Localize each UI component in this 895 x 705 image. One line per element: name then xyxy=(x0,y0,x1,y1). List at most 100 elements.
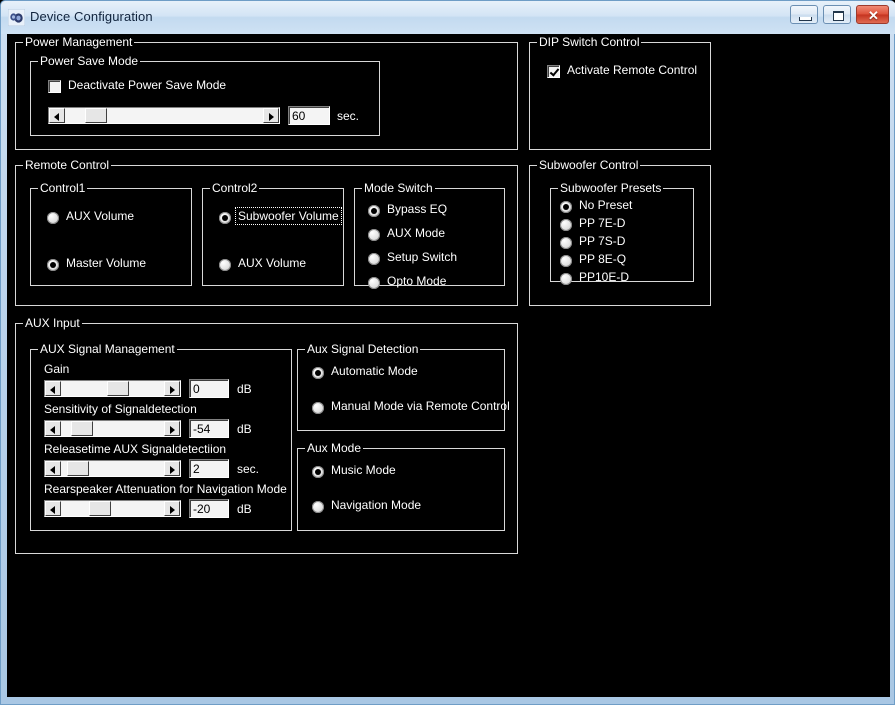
group-control2-label: Control2 xyxy=(210,181,260,195)
group-control2: Control2 Subwoofer Volume AUX Volume xyxy=(202,181,344,286)
group-subwoofer-control-label: Subwoofer Control xyxy=(537,158,641,172)
unit-releasetime: sec. xyxy=(237,462,260,476)
radio-preset-pp10ed-label: PP10E-D xyxy=(579,270,630,284)
radio-preset-pp7sd-label: PP 7S-D xyxy=(579,234,626,248)
radio-selected-icon xyxy=(560,201,572,213)
label-releasetime: Releasetime AUX Signaldetectiion xyxy=(44,442,227,456)
radio-control2-aux-volume-label: AUX Volume xyxy=(238,256,307,270)
input-power-save-timeout[interactable]: 60 xyxy=(288,106,330,125)
radio-control2-subwoofer-volume-label: Subwoofer Volume xyxy=(235,207,342,225)
radio-circle-icon xyxy=(368,277,380,289)
minimize-button[interactable] xyxy=(790,5,818,24)
slider-left-arrow-icon[interactable] xyxy=(45,381,61,396)
radio-control1-aux-volume-label: AUX Volume xyxy=(66,209,135,223)
group-aux-signal-management-label: AUX Signal Management xyxy=(38,342,177,356)
application-window: Device Configuration ✕ Power Management … xyxy=(0,0,895,705)
radio-preset-pp8eq-label: PP 8E-Q xyxy=(579,252,627,266)
group-aux-input: AUX Input AUX Signal Management Gain 0 d… xyxy=(15,316,518,554)
speaker-icon xyxy=(8,9,25,26)
label-gain: Gain xyxy=(44,362,70,376)
group-aux-mode-label: Aux Mode xyxy=(305,441,364,455)
group-dip-switch-control: DIP Switch Control Activate Remote Contr… xyxy=(529,35,711,150)
radio-mode-switch-aux-mode-label: AUX Mode xyxy=(387,226,446,240)
slider-releasetime[interactable] xyxy=(44,460,181,477)
slider-thumb[interactable] xyxy=(107,381,129,396)
slider-left-arrow-icon[interactable] xyxy=(45,501,61,516)
radio-mode-switch-opto-mode-label: Opto Mode xyxy=(387,274,447,288)
slider-thumb[interactable] xyxy=(85,108,107,123)
maximize-button[interactable] xyxy=(823,5,851,24)
radio-music-mode-label: Music Mode xyxy=(331,463,396,477)
group-mode-switch: Mode Switch Bypass EQ AUX Mode Setup Swi… xyxy=(354,181,505,289)
group-subwoofer-control: Subwoofer Control Subwoofer Presets No P… xyxy=(529,158,711,306)
slider-right-arrow-icon[interactable] xyxy=(164,421,180,436)
radio-preset-pp7ed-label: PP 7E-D xyxy=(579,216,626,230)
radio-circle-icon xyxy=(560,255,572,267)
input-sensitivity[interactable]: -54 xyxy=(189,419,229,438)
group-aux-signal-detection-label: Aux Signal Detection xyxy=(305,342,421,356)
slider-right-arrow-icon[interactable] xyxy=(164,461,180,476)
group-remote-control: Remote Control Control1 AUX Volume Maste… xyxy=(15,158,518,306)
radio-mode-switch-bypass-eq-label: Bypass EQ xyxy=(387,202,448,216)
radio-control1-master-volume-label: Master Volume xyxy=(66,256,147,270)
group-power-management: Power Management Power Save Mode Deactiv… xyxy=(15,35,518,150)
minimize-icon xyxy=(799,17,812,21)
slider-left-arrow-icon[interactable] xyxy=(49,108,65,123)
group-power-save-mode: Power Save Mode Deactivate Power Save Mo… xyxy=(30,54,380,136)
group-aux-signal-management: AUX Signal Management Gain 0 dB Sensitiv… xyxy=(30,342,292,531)
group-remote-control-label: Remote Control xyxy=(23,158,112,172)
slider-gain[interactable] xyxy=(44,380,181,397)
radio-selected-icon xyxy=(312,466,324,478)
unit-power-save-timeout: sec. xyxy=(337,109,360,123)
radio-circle-icon xyxy=(560,273,572,285)
group-control1: Control1 AUX Volume Master Volume xyxy=(30,181,192,286)
group-power-management-label: Power Management xyxy=(23,35,135,49)
radio-circle-icon xyxy=(368,253,380,265)
radio-circle-icon xyxy=(312,501,324,513)
group-aux-mode: Aux Mode Music Mode Navigation Mode xyxy=(297,441,505,531)
radio-selected-icon xyxy=(368,205,380,217)
input-rearspeaker[interactable]: -20 xyxy=(189,499,229,518)
radio-selected-icon xyxy=(312,367,324,379)
checkbox-deactivate-power-save-mode-label: Deactivate Power Save Mode xyxy=(68,78,227,92)
slider-thumb[interactable] xyxy=(89,501,111,516)
slider-sensitivity[interactable] xyxy=(44,420,181,437)
radio-manual-mode-label: Manual Mode via Remote Control xyxy=(331,399,510,413)
slider-power-save-timeout[interactable] xyxy=(48,107,280,124)
radio-circle-icon xyxy=(219,259,231,271)
slider-right-arrow-icon[interactable] xyxy=(164,381,180,396)
input-releasetime[interactable]: 2 xyxy=(189,459,229,478)
unit-gain: dB xyxy=(237,382,252,396)
client-area: Power Management Power Save Mode Deactiv… xyxy=(7,34,890,697)
checkbox-activate-remote-control-label: Activate Remote Control xyxy=(567,63,698,77)
label-sensitivity: Sensitivity of Signaldetection xyxy=(44,402,197,416)
radio-preset-no-preset-label: No Preset xyxy=(579,198,633,212)
slider-left-arrow-icon[interactable] xyxy=(45,421,61,436)
slider-right-arrow-icon[interactable] xyxy=(263,108,279,123)
close-icon: ✕ xyxy=(868,8,879,23)
group-aux-signal-detection: Aux Signal Detection Automatic Mode Manu… xyxy=(297,342,510,431)
radio-circle-icon xyxy=(560,219,572,231)
slider-thumb[interactable] xyxy=(71,421,93,436)
radio-circle-icon xyxy=(368,229,380,241)
slider-left-arrow-icon[interactable] xyxy=(45,461,61,476)
group-power-save-mode-label: Power Save Mode xyxy=(38,54,141,68)
title-bar[interactable]: Device Configuration ✕ xyxy=(1,1,895,34)
radio-mode-switch-setup-switch-label: Setup Switch xyxy=(387,250,458,264)
group-dip-switch-control-label: DIP Switch Control xyxy=(537,35,642,49)
unit-rearspeaker: dB xyxy=(237,502,252,516)
slider-rearspeaker[interactable] xyxy=(44,500,181,517)
unit-sensitivity: dB xyxy=(237,422,252,436)
radio-selected-icon xyxy=(219,212,231,224)
radio-navigation-mode-label: Navigation Mode xyxy=(331,498,422,512)
radio-circle-icon xyxy=(560,237,572,249)
input-gain[interactable]: 0 xyxy=(189,379,229,398)
close-button[interactable]: ✕ xyxy=(856,5,889,24)
group-subwoofer-presets-label: Subwoofer Presets xyxy=(558,181,664,195)
slider-thumb[interactable] xyxy=(67,461,89,476)
slider-right-arrow-icon[interactable] xyxy=(164,501,180,516)
group-aux-input-label: AUX Input xyxy=(23,316,82,330)
checkbox-box-icon xyxy=(48,80,61,93)
radio-selected-icon xyxy=(47,259,59,271)
maximize-icon xyxy=(833,11,844,21)
